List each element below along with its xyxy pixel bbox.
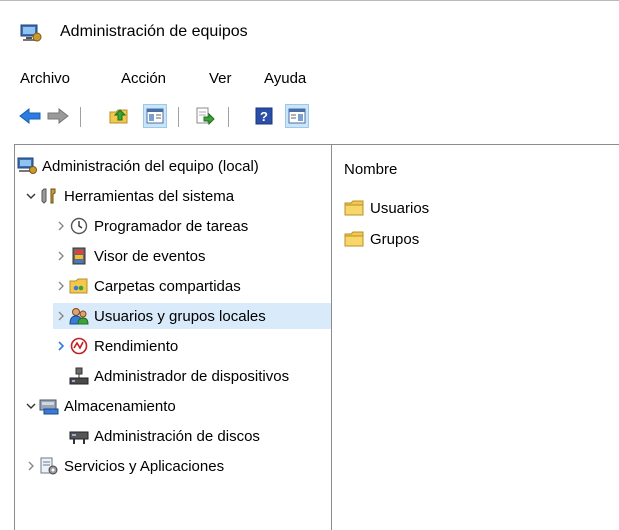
performance-icon [69, 336, 89, 356]
chevron-right-icon[interactable] [23, 453, 39, 479]
services-icon [39, 456, 59, 476]
tree-root[interactable]: Administración del equipo (local) [17, 153, 259, 179]
chevron-right-icon[interactable] [53, 243, 69, 269]
tree-item-label: Programador de tareas [94, 217, 249, 235]
tree-item-label: Visor de eventos [94, 247, 206, 265]
tree-item-admin-dispositivos[interactable]: Administrador de dispositivos [53, 363, 289, 389]
title-bar: Administración de equipos [0, 19, 619, 47]
tree-item-rendimiento[interactable]: Rendimiento [53, 333, 178, 359]
toolbar-separator [228, 107, 229, 127]
clock-icon [69, 216, 89, 236]
storage-icon [39, 396, 59, 416]
show-hide-action-pane-icon[interactable] [285, 104, 309, 128]
tree-item-label: Usuarios y grupos locales [94, 307, 266, 325]
system-tools-icon [39, 186, 59, 206]
list-item-label: Usuarios [370, 199, 430, 217]
console-tree: Administración del equipo (local) Herram… [14, 144, 332, 530]
export-list-icon[interactable] [193, 104, 217, 128]
window-title: Administración de equipos [60, 23, 248, 40]
list-item-usuarios[interactable]: Usuarios [344, 196, 429, 220]
tree-item-almacenamiento[interactable]: Almacenamiento [23, 393, 176, 419]
tree-item-label: Almacenamiento [64, 397, 176, 415]
menu-archivo[interactable]: Archivo [20, 70, 70, 87]
forward-arrow-icon[interactable] [46, 104, 70, 128]
tree-item-admin-discos[interactable]: Administración de discos [53, 423, 260, 449]
tree-item-label: Servicios y Aplicaciones [64, 457, 225, 475]
back-arrow-icon[interactable] [18, 104, 42, 128]
window-top-border [0, 0, 619, 1]
tree-item-carpetas[interactable]: Carpetas compartidas [53, 273, 241, 299]
help-icon[interactable]: ? [252, 104, 276, 128]
computer-management-icon [17, 156, 37, 176]
list-item-grupos[interactable]: Grupos [344, 227, 419, 251]
event-viewer-icon [69, 246, 89, 266]
shared-folders-icon [69, 276, 89, 296]
svg-text:?: ? [260, 109, 268, 124]
users-groups-icon [69, 306, 89, 326]
menu-ver[interactable]: Ver [209, 70, 232, 87]
chevron-down-icon[interactable] [23, 183, 39, 209]
tree-item-label: Herramientas del sistema [64, 187, 235, 205]
folder-icon [344, 199, 364, 217]
chevron-right-icon[interactable] [53, 273, 69, 299]
tree-item-label: Administración de discos [94, 427, 260, 445]
show-hide-console-tree-icon[interactable] [143, 104, 167, 128]
menu-ayuda[interactable]: Ayuda [264, 70, 306, 87]
folder-icon [344, 230, 364, 248]
tree-item-label: Carpetas compartidas [94, 277, 241, 295]
menu-bar: Archivo Acción Ver Ayuda [0, 66, 619, 92]
tree-item-herramientas[interactable]: Herramientas del sistema [23, 183, 234, 209]
results-pane: Nombre Usuarios Grupos [332, 144, 619, 530]
device-manager-icon [69, 366, 89, 386]
menu-accion[interactable]: Acción [121, 70, 166, 87]
computer-management-icon [20, 23, 42, 43]
toolbar: ? [0, 104, 619, 136]
toolbar-separator [178, 107, 179, 127]
tree-item-programador[interactable]: Programador de tareas [53, 213, 248, 239]
column-header-nombre[interactable]: Nombre [344, 161, 397, 178]
tree-item-visor[interactable]: Visor de eventos [53, 243, 205, 269]
tree-item-servicios[interactable]: Servicios y Aplicaciones [23, 453, 224, 479]
chevron-right-icon[interactable] [53, 303, 69, 329]
chevron-down-icon[interactable] [23, 393, 39, 419]
up-folder-icon[interactable] [107, 104, 131, 128]
chevron-right-icon[interactable] [53, 333, 69, 359]
tree-root-label: Administración del equipo (local) [42, 157, 259, 175]
tree-item-label: Rendimiento [94, 337, 179, 355]
tree-item-usuarios-grupos[interactable]: Usuarios y grupos locales [53, 303, 331, 329]
disk-management-icon [69, 426, 89, 446]
tree-item-label: Administrador de dispositivos [94, 367, 290, 385]
chevron-right-icon[interactable] [53, 213, 69, 239]
list-item-label: Grupos [370, 230, 420, 248]
toolbar-separator [80, 107, 81, 127]
